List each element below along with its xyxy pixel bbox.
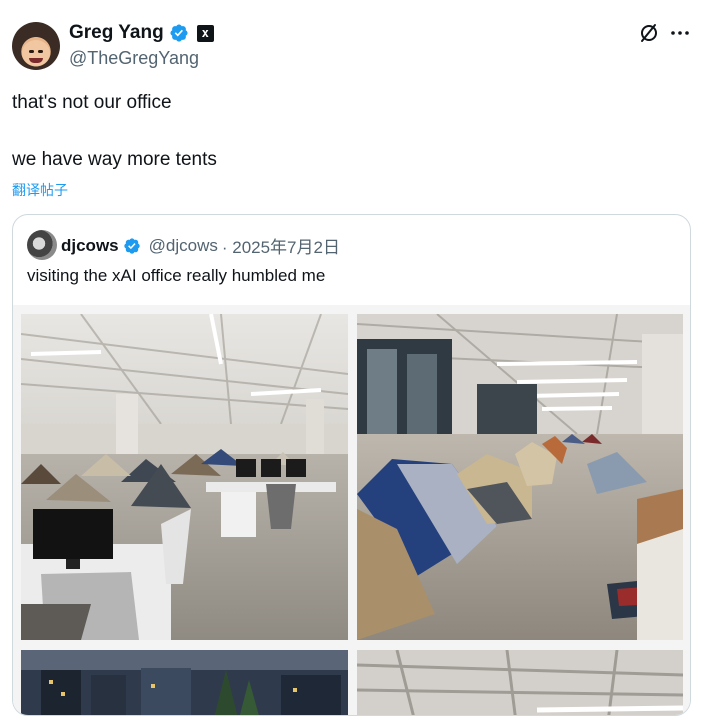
avatar-eye-left xyxy=(29,50,34,53)
quote-author-handle[interactable]: @djcows xyxy=(149,236,218,256)
tent-corridor-photo[interactable] xyxy=(357,314,683,640)
author-name[interactable]: Greg Yang xyxy=(69,22,164,44)
quote-photo-grid xyxy=(13,305,690,715)
more-icon[interactable] xyxy=(670,25,690,41)
translate-post-link[interactable]: 翻译帖子 xyxy=(12,180,68,200)
avatar-eye-right xyxy=(38,50,43,53)
quote-author-name[interactable]: djcows xyxy=(61,236,119,256)
author-avatar[interactable] xyxy=(12,22,60,70)
office-tents-photo[interactable] xyxy=(21,314,348,640)
quote-date[interactable]: · 2025年7月2日 xyxy=(222,233,340,258)
quoted-tweet[interactable]: djcows @djcows · 2025年7月2日 visiting the … xyxy=(12,214,691,716)
verified-badge-icon xyxy=(123,237,141,255)
ceiling-photo[interactable] xyxy=(357,650,683,715)
author-name-row[interactable]: Greg Yang x xyxy=(69,22,214,44)
verified-badge-icon xyxy=(169,23,189,43)
tweet-text-line: we have way more tents xyxy=(12,149,217,170)
tweet-text-line: that's not our office xyxy=(12,92,172,113)
grok-icon[interactable] xyxy=(638,22,660,44)
quote-author-avatar[interactable] xyxy=(27,230,57,260)
xai-affiliate-icon[interactable]: x xyxy=(196,24,214,42)
quote-header: djcows @djcows · 2025年7月2日 xyxy=(61,233,340,258)
window-view-photo[interactable] xyxy=(21,650,348,715)
quote-text: visiting the xAI office really humbled m… xyxy=(27,266,326,285)
author-handle[interactable]: @TheGregYang xyxy=(69,48,199,69)
